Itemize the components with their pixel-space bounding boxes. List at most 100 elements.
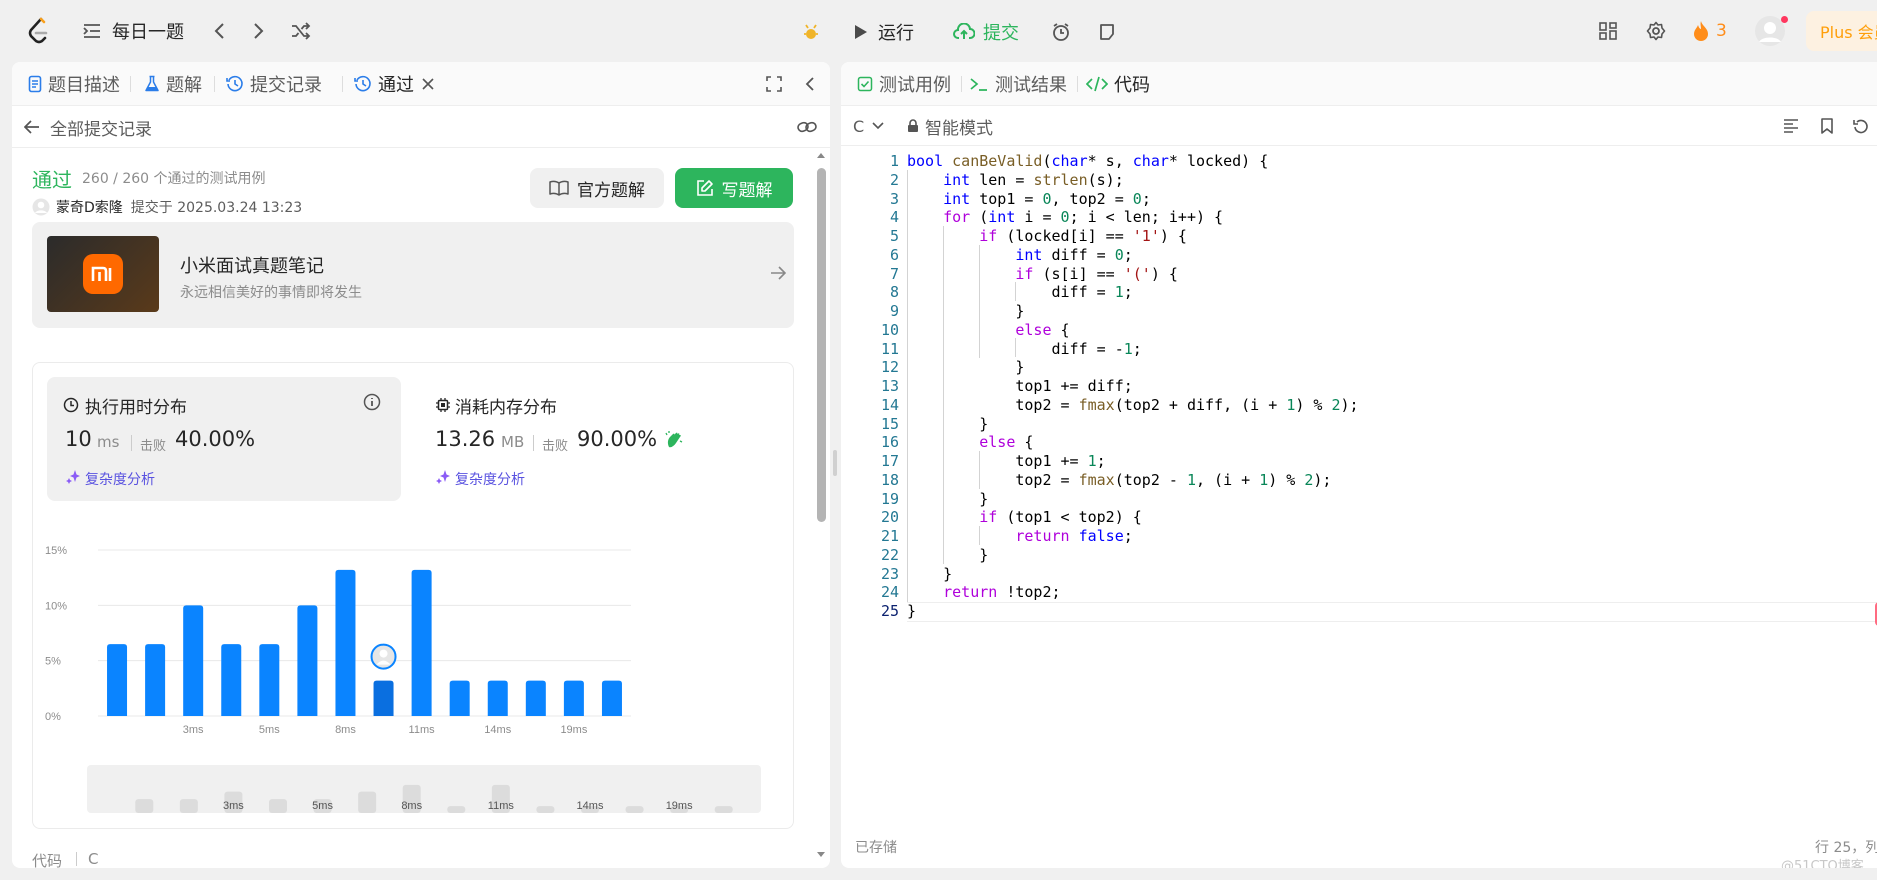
sparkle-icon <box>65 469 81 485</box>
complexity-link[interactable]: 复杂度分析 <box>85 469 155 489</box>
note-icon <box>1098 23 1116 41</box>
tab-divider <box>214 76 215 92</box>
leetcode-logo-icon[interactable] <box>24 14 54 48</box>
prev-problem-button[interactable] <box>208 19 230 43</box>
notes-button[interactable] <box>1088 12 1126 52</box>
settings-button[interactable] <box>1644 19 1668 43</box>
avatar[interactable] <box>1754 15 1788 47</box>
alarm-clock-icon <box>1051 22 1071 42</box>
scrollbar-thumb[interactable] <box>817 168 826 522</box>
line-number: 16 <box>880 433 899 451</box>
run-button[interactable]: 运行 <box>834 12 934 52</box>
tab-divider <box>961 76 962 92</box>
layout-button[interactable] <box>1596 19 1620 43</box>
history-icon <box>354 75 372 93</box>
code-line: } <box>907 565 953 583</box>
official-solution-button[interactable]: 官方题解 <box>530 168 664 208</box>
memory-box[interactable]: 消耗内存分布 13.26 MB 击败 90.00% 复杂度分析 <box>417 377 771 501</box>
bar <box>107 644 128 716</box>
tab-testcases[interactable]: 测试用例 <box>857 72 951 96</box>
brush-mini-chart: 3ms 5ms 8ms 11ms 14ms 19ms <box>135 784 733 813</box>
status-label: 通过 <box>32 168 72 192</box>
submit-button[interactable]: 提交 <box>936 12 1036 52</box>
divider <box>76 852 77 866</box>
chevron-down-icon <box>872 122 884 130</box>
share-link-button[interactable] <box>796 117 818 137</box>
language-select[interactable]: C <box>853 114 884 138</box>
x-tick-label: 11ms <box>409 724 436 736</box>
random-problem-button[interactable] <box>288 19 314 43</box>
write-solution-button[interactable]: 写题解 <box>675 168 793 208</box>
streak-counter[interactable]: 3 <box>1692 18 1727 44</box>
tab-divider <box>130 76 131 92</box>
back-row: 全部提交记录 <box>12 106 830 148</box>
fire-icon <box>1692 20 1710 42</box>
tab-code[interactable]: 代码 <box>1086 72 1150 96</box>
tab-accepted[interactable]: 通过 <box>354 72 414 96</box>
tab-solution[interactable]: 题解 <box>144 72 202 96</box>
timer-button[interactable] <box>1042 12 1080 52</box>
y-tick-label: 15% <box>45 545 67 557</box>
bar <box>183 605 204 716</box>
right-tabbar: 测试用例 测试结果 代码 <box>841 62 1877 106</box>
reset-code-button[interactable] <box>1851 116 1871 136</box>
code-line: } <box>907 602 917 620</box>
right-panel: 测试用例 测试结果 代码 C 智能模式 1 2 3 4 5 6 7 8 9 10 11 12 13 14 1… <box>841 62 1877 868</box>
tab-test-result[interactable]: 测试结果 <box>969 72 1067 96</box>
undo-icon <box>1853 118 1869 134</box>
brush-bar <box>536 806 555 813</box>
info-icon[interactable] <box>363 393 381 411</box>
banner-title: 小米面试真题笔记 <box>180 256 324 277</box>
x-tick-label: 3ms <box>183 724 204 736</box>
author-info[interactable]: 蒙奇D索隆 提交于 2025.03.24 13:23 <box>32 196 302 218</box>
scrollbar[interactable] <box>814 150 828 864</box>
runtime-value: 10 <box>65 427 92 451</box>
list-icon <box>82 22 102 40</box>
panel-resizer[interactable] <box>833 450 837 476</box>
line-number: 13 <box>880 377 899 395</box>
brush-tick-label: 11ms <box>488 800 515 812</box>
user-avatar <box>32 198 50 216</box>
bookmark-button[interactable] <box>1817 116 1837 136</box>
brush-bar <box>447 806 466 813</box>
code-line: return !top2; <box>943 583 1061 601</box>
maximize-button[interactable] <box>764 74 784 94</box>
smart-mode-toggle[interactable]: 智能模式 <box>907 114 993 139</box>
y-tick-label: 10% <box>45 600 67 612</box>
line-number: 11 <box>880 340 899 358</box>
line-number: 20 <box>880 508 899 526</box>
line-number: 22 <box>880 546 899 564</box>
code-line: } <box>907 490 989 508</box>
brush-tick-label: 8ms <box>401 800 422 812</box>
complexity-link[interactable]: 复杂度分析 <box>455 469 525 489</box>
collapse-panel-button[interactable] <box>800 74 820 94</box>
promo-banner[interactable]: 小米面试真题笔记 永远相信美好的事情即将发生 <box>32 222 794 328</box>
problem-list-button[interactable]: 每日一题 <box>82 18 184 44</box>
x-tick-label: 19ms <box>560 724 587 736</box>
plus-member-button[interactable]: Plus 会员 <box>1806 11 1877 51</box>
code-section-label: 代码 <box>32 852 63 868</box>
format-button[interactable] <box>1781 116 1801 136</box>
runtime-beat: 40.00% <box>175 427 256 451</box>
code-line: top2 = fmax(top2 + diff, (i + 1) % 2); <box>907 396 1359 414</box>
line-number: 12 <box>880 358 899 376</box>
chart-brush[interactable]: 3ms 5ms 8ms 11ms 14ms 19ms <box>87 765 761 813</box>
gear-icon <box>1646 21 1666 41</box>
submission-detail: 通过 260 / 260 个通过的测试用例 蒙奇D索隆 提交于 2025.03.… <box>12 148 830 868</box>
chevron-left-icon <box>805 76 815 92</box>
expand-icon <box>766 76 782 92</box>
y-tick-label: 5% <box>45 656 61 668</box>
code-editor[interactable]: 1 2 3 4 5 6 7 8 9 10 11 12 13 14 15 16 17 18 19 20 21 22 23 24 2… <box>841 152 1877 792</box>
all-submissions-link[interactable]: 全部提交记录 <box>24 115 152 140</box>
runtime-box[interactable]: 执行用时分布 10 ms 击败 40.00% 复杂度分析 <box>47 377 401 501</box>
close-tab-button[interactable] <box>418 74 438 94</box>
next-problem-button[interactable] <box>248 19 270 43</box>
code-line: top2 = fmax(top2 - 1, (i + 1) % 2); <box>907 471 1332 489</box>
tab-submissions[interactable]: 提交记录 <box>226 72 322 96</box>
memory-beat: 90.00% <box>577 427 658 451</box>
debug-button[interactable] <box>792 12 830 52</box>
tab-description[interactable]: 题目描述 <box>28 72 120 96</box>
save-status: 已存储 <box>855 840 897 856</box>
x-tick-label: 14ms <box>484 724 511 736</box>
banner-subtitle: 永远相信美好的事情即将发生 <box>180 285 362 301</box>
